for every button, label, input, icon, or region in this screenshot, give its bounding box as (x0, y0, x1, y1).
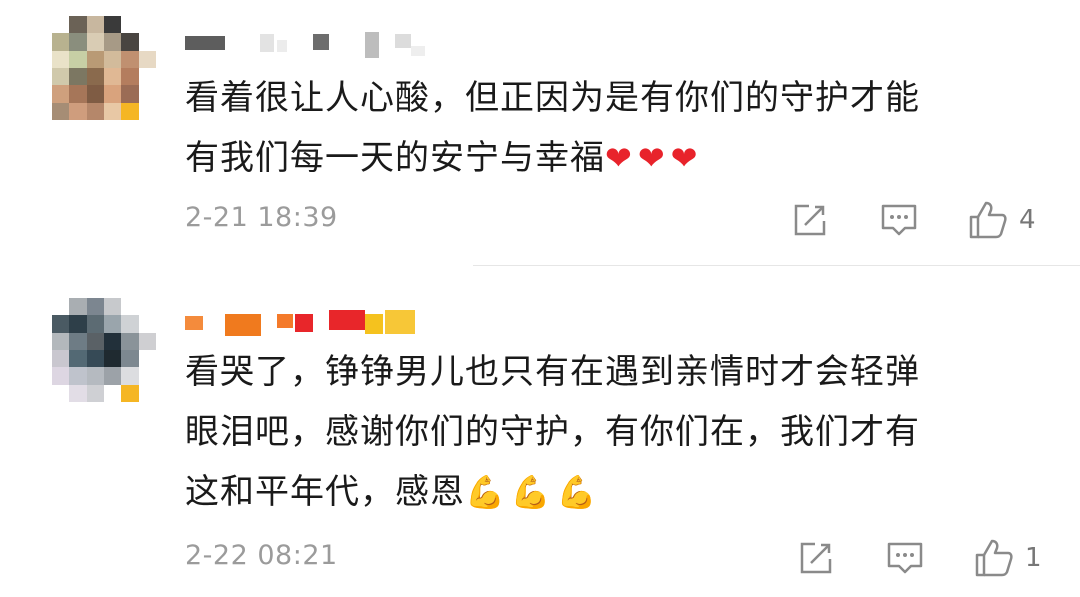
comment-text: 看着很让人心酸，但正因为是有你们的守护才能 有我们每一天的安宁与幸福❤❤❤ (185, 78, 920, 178)
reply-button[interactable] (885, 538, 925, 578)
like-button[interactable]: 1 (973, 538, 1042, 578)
comment-divider (473, 265, 1080, 266)
timestamp: 2-22 08:21 (185, 540, 338, 571)
comment-bubble-icon (881, 204, 917, 236)
comment-meta: 2-22 08:21 1 (185, 538, 1045, 578)
comment-meta: 2-21 18:39 4 (185, 200, 1045, 240)
username-blurred[interactable] (185, 30, 445, 58)
heart-emoji-icon: ❤❤❤ (605, 139, 704, 177)
comment-item: 看哭了，铮铮男儿也只有在遇到亲情时才会轻弹 眼泪吧，感谢你们的守护，有你们在，我们… (0, 270, 1080, 597)
share-button[interactable] (791, 200, 829, 240)
like-count: 1 (1025, 543, 1042, 573)
edit-share-icon (800, 542, 832, 574)
username-blurred[interactable] (185, 310, 425, 338)
comment-item: 看着很让人心酸，但正因为是有你们的守护才能 有我们每一天的安宁与幸福❤❤❤ 2-2… (0, 0, 1080, 268)
share-button[interactable] (797, 538, 835, 578)
avatar[interactable] (52, 298, 156, 402)
edit-share-icon (794, 204, 826, 236)
thumbs-up-icon (969, 201, 1007, 239)
flexed-biceps-emoji-icon: 💪💪💪 (465, 473, 603, 511)
thumbs-up-icon (975, 539, 1013, 577)
comment-bubble-icon (887, 542, 923, 574)
like-count: 4 (1019, 205, 1036, 235)
reply-button[interactable] (879, 200, 919, 240)
like-button[interactable]: 4 (967, 200, 1036, 240)
comment-text: 看哭了，铮铮男儿也只有在遇到亲情时才会轻弹 眼泪吧，感谢你们的守护，有你们在，我们… (185, 352, 920, 512)
timestamp: 2-21 18:39 (185, 202, 338, 233)
avatar[interactable] (52, 16, 156, 120)
